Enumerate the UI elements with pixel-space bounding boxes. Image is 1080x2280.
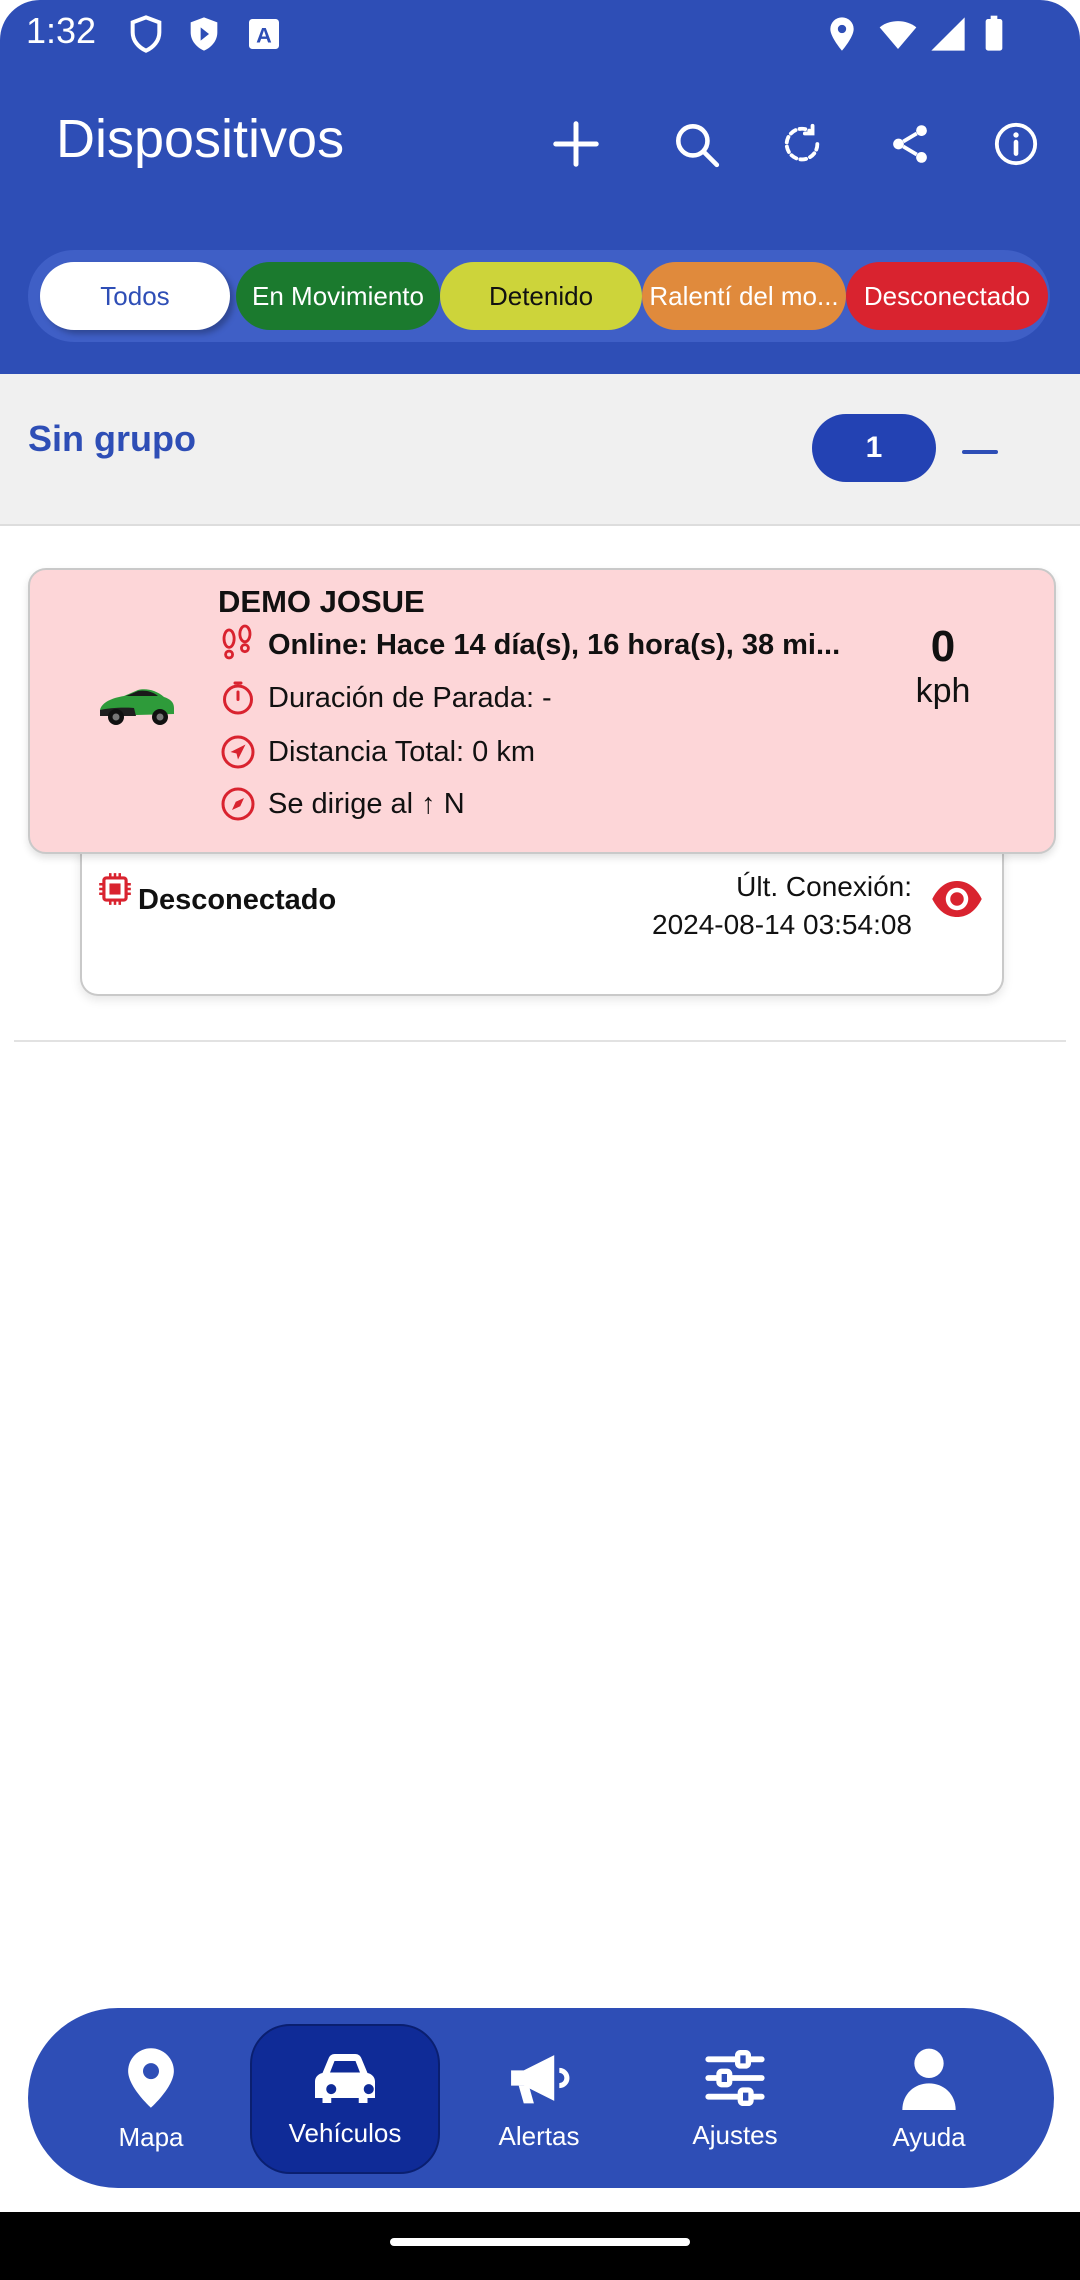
search-icon [676,124,720,168]
nav-mapa-label: Mapa [118,2121,184,2152]
nav-mapa[interactable]: Mapa [56,2024,246,2174]
filter-en-movimiento[interactable]: En Movimiento [236,262,440,330]
stop-duration-row: Duración de Parada: - [220,680,552,716]
add-button[interactable] [544,112,608,176]
heading-row: Se dirige al ↑ N [220,786,465,822]
svg-text:A: A [256,22,272,47]
person-icon [902,2048,956,2110]
car-icon [315,2053,375,2103]
navigation-icon [221,735,255,769]
search-button[interactable] [664,112,728,176]
info-icon [994,122,1038,166]
last-connection: Últ. Conexión: 2024-08-14 03:54:08 [560,868,912,944]
refresh-button[interactable] [770,112,834,176]
page-title: Dispositivos [56,109,345,169]
eye-icon[interactable] [930,874,984,924]
megaphone-icon [511,2054,570,2103]
battery-icon [985,15,1003,51]
status-time: 1:32 [26,10,97,51]
connection-status: Desconectado [138,884,337,916]
online-row: Online: Hace 14 día(s), 16 hora(s), 38 m… [218,624,840,666]
nav-ajustes[interactable]: Ajustes [640,2024,830,2174]
nav-ajustes-label: Ajustes [692,2119,778,2150]
collapse-icon[interactable] [962,450,998,454]
last-connection-label: Últ. Conexión: [736,871,912,902]
nav-alertas-label: Alertas [498,2120,580,2151]
share-icon [893,125,927,163]
stop-duration-text: Duración de Parada: - [268,681,552,714]
speed-unit: kph [915,672,971,710]
filter-ralenti[interactable]: Ralentí del mo... [642,262,846,330]
location-icon [830,17,854,51]
timer-icon [223,681,253,715]
total-distance-row: Distancia Total: 0 km [220,734,535,770]
sliders-icon [705,2049,765,2106]
chip-icon [99,873,131,905]
compass-icon [221,787,255,821]
shield-icon [130,15,162,53]
add-icon [553,121,599,167]
share-button[interactable] [878,112,942,176]
nav-ayuda[interactable]: Ayuda [834,2024,1024,2174]
font-icon: A [249,19,279,49]
heading-text: Se dirige al ↑ N [268,787,465,820]
group-title: Sin grupo [28,418,196,459]
group-divider [14,1040,1066,1042]
map-pin-icon [128,2047,174,2108]
wifi-icon [879,21,917,49]
filter-desconectado[interactable]: Desconectado [846,262,1048,330]
nav-alertas[interactable]: Alertas [444,2024,634,2174]
system-nav-bar [0,2212,1080,2280]
nav-ayuda-label: Ayuda [892,2121,966,2152]
total-distance-text: Distancia Total: 0 km [268,735,536,768]
signal-icon [931,17,965,51]
last-connection-value: 2024-08-14 03:54:08 [652,909,912,940]
nav-vehiculos[interactable]: Vehículos [250,2024,440,2174]
filter-detenido[interactable]: Detenido [440,262,642,330]
speed-value: 0 [930,622,956,671]
speed-display: 0 kph [900,622,986,711]
info-button[interactable] [984,112,1048,176]
car-image [100,689,174,725]
group-count-badge: 1 [812,414,936,482]
home-gesture-handle[interactable] [390,2238,690,2246]
nav-vehiculos-label: Vehículos [288,2117,402,2148]
online-text: Online: Hace 14 día(s), 16 hora(s), 38 m… [268,628,841,661]
footprints-icon [222,624,252,660]
refresh-icon [784,123,820,162]
filter-todos[interactable]: Todos [40,262,230,330]
device-name: DEMO JOSUE [218,584,425,619]
play-protect-icon [190,17,218,51]
